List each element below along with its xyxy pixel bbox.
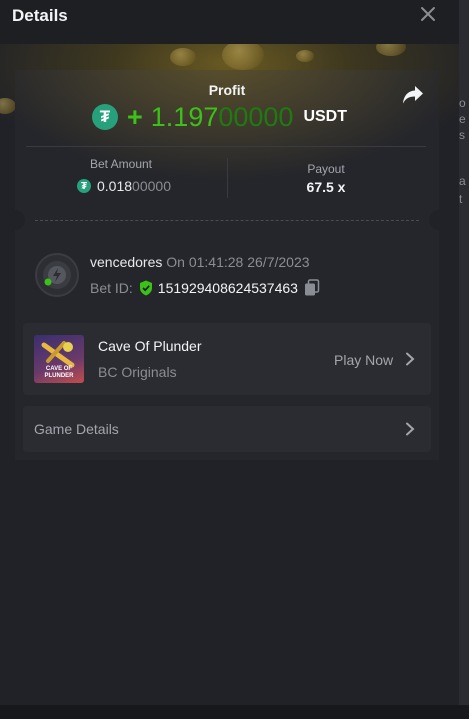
decor-coin	[0, 98, 16, 114]
payout-label: Payout	[307, 162, 345, 176]
profit-amount-main: 1.197	[150, 101, 219, 132]
decor-coin	[296, 50, 314, 62]
tether-icon: ₮	[77, 179, 91, 193]
chevron-right-icon	[406, 422, 415, 436]
modal-header: Details	[0, 0, 459, 44]
game-thumb-label: CAVE OF PLUNDER	[44, 366, 74, 379]
ticket-notch	[5, 210, 25, 230]
game-row[interactable]: CAVE OF PLUNDER Cave Of Plunder BC Origi…	[23, 323, 431, 395]
bet-amount-zeros: 00000	[132, 178, 171, 194]
edge-text: a	[459, 174, 466, 188]
game-details-label: Game Details	[34, 421, 119, 437]
game-provider: BC Originals	[98, 364, 177, 380]
decor-coin	[376, 44, 406, 56]
decor-coin	[170, 48, 196, 66]
decor-coin	[222, 44, 264, 70]
edge-text: s	[459, 128, 465, 142]
details-page: Details Profit ₮ + 1.197 00000 USDT Bet A…	[0, 0, 469, 719]
username[interactable]: vencedores	[90, 254, 162, 270]
edge-text: e	[459, 112, 466, 126]
bet-user-line: vencedores On 01:41:28 26/7/2023	[90, 254, 310, 270]
tether-icon: ₮	[92, 104, 118, 130]
bet-id-value: 151929408624537463	[157, 280, 298, 296]
chevron-right-icon	[406, 352, 415, 366]
bet-details-card: Profit ₮ + 1.197 00000 USDT Bet Amount ₮ …	[5, 70, 449, 460]
edge-text: t	[459, 192, 463, 206]
profit-label: Profit	[208, 82, 246, 98]
divider	[26, 146, 426, 147]
play-now-button[interactable]: Play Now	[334, 352, 393, 368]
bet-amount-main: 0.018	[97, 178, 133, 194]
bet-id-line: Bet ID: 151929408624537463	[90, 279, 320, 297]
profit-amount-zeros: 00000	[218, 101, 294, 132]
game-details-row[interactable]: Game Details	[23, 406, 431, 452]
edge-text: o	[459, 96, 466, 110]
bet-id-label: Bet ID:	[90, 280, 133, 296]
close-icon[interactable]	[418, 4, 438, 24]
modal-title: Details	[12, 6, 68, 25]
bet-amount-value: ₮ 0.018 00000	[77, 178, 171, 194]
bet-timestamp: On 01:41:28 26/7/2023	[166, 254, 310, 270]
game-thumbnail: CAVE OF PLUNDER	[34, 335, 84, 383]
background-page-edge: o e s a t	[459, 0, 469, 719]
hidden-user-icon	[43, 261, 71, 289]
share-icon[interactable]	[401, 84, 425, 106]
ticket-dashed-divider	[35, 220, 419, 221]
bet-amount-label: Bet Amount	[89, 157, 153, 171]
bottom-edge	[0, 705, 469, 719]
ticket-notch	[429, 210, 449, 230]
details-modal: Details Profit ₮ + 1.197 00000 USDT Bet A…	[0, 0, 459, 719]
avatar[interactable]	[35, 253, 79, 297]
profit-sign: +	[127, 101, 143, 132]
profit-currency: USDT	[303, 108, 348, 125]
payout-value: 67.5 x	[306, 179, 346, 195]
verified-shield-icon	[139, 280, 152, 296]
game-name: Cave Of Plunder	[98, 338, 202, 354]
copy-icon[interactable]	[304, 279, 320, 297]
profit-amount: ₮ + 1.197 00000 USDT	[92, 102, 347, 132]
